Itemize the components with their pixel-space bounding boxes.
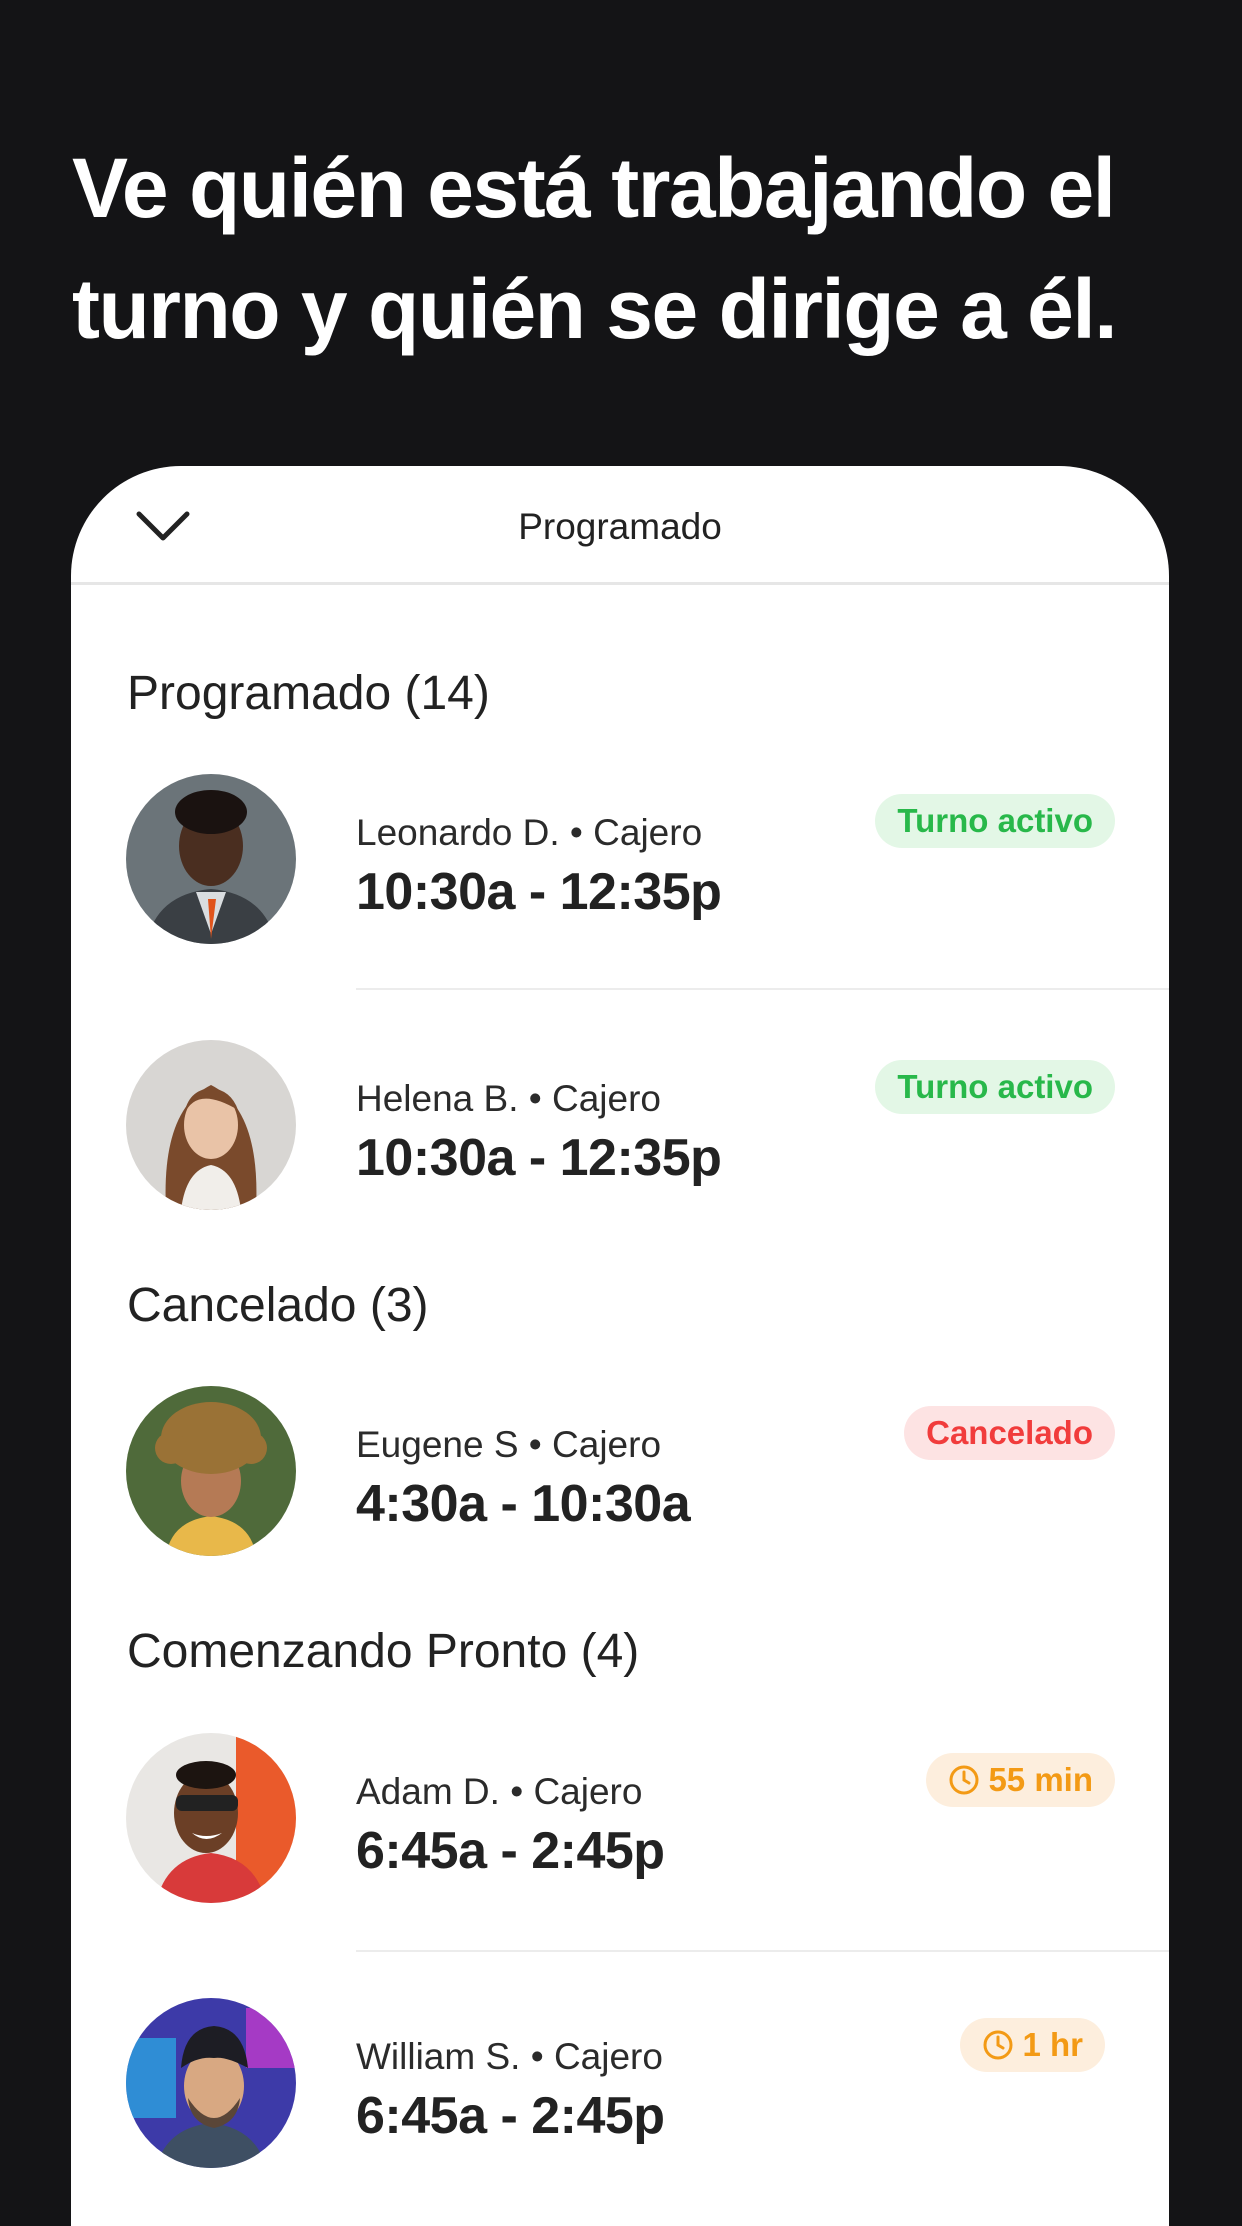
shift-time: 4:30a - 10:30a [356,1475,691,1533]
avatar [126,1386,296,1556]
status-badge: Turno activo [875,1060,1115,1114]
shift-row[interactable]: Leonardo D. • Cajero 10:30a - 12:35p Tur… [71,774,1169,974]
shift-meta: Eugene S • Cajero [356,1424,662,1465]
clock-icon [983,2030,1013,2060]
time-until-badge: 55 min [926,1753,1115,1807]
status-badge: Turno activo [875,794,1115,848]
status-badge: Cancelado [904,1406,1115,1460]
section-title-programado: Programado (14) [127,667,490,720]
time-until-label: 55 min [988,1761,1093,1798]
shift-time: 10:30a - 12:35p [356,863,722,921]
shift-row[interactable]: William S. • Cajero 6:45a - 2:45p 1 hr [71,1998,1169,2198]
card-title: Programado [518,506,722,547]
headline-line-2: turno y quién se dirige a él. [72,262,1118,356]
card-header: Programado [71,466,1169,585]
shift-meta: Helena B. • Cajero [356,1078,661,1119]
clock-icon [949,1765,979,1795]
shift-meta: William S. • Cajero [356,2036,663,2077]
shift-meta: Adam D. • Cajero [356,1771,643,1812]
avatar [126,1998,296,2168]
avatar [126,774,296,944]
shift-meta: Leonardo D. • Cajero [356,812,703,853]
headline-line-1: Ve quién está trabajando el [72,141,1116,235]
divider [356,1950,1169,1952]
section-title-cancelado: Cancelado (3) [127,1279,429,1332]
section-title-comenzando-pronto: Comenzando Pronto (4) [127,1625,640,1678]
avatar [126,1040,296,1210]
avatar [126,1733,296,1903]
shift-row[interactable]: Adam D. • Cajero 6:45a - 2:45p 55 min [71,1733,1169,1933]
shift-row[interactable]: Eugene S • Cajero 4:30a - 10:30a Cancela… [71,1386,1169,1586]
shift-time: 6:45a - 2:45p [356,1822,665,1880]
shift-row[interactable]: Helena B. • Cajero 10:30a - 12:35p Turno… [71,1040,1169,1240]
shift-time: 6:45a - 2:45p [356,2087,665,2145]
schedule-card: Programado Programado (14) Leonardo D. •… [71,466,1169,2226]
time-until-badge: 1 hr [960,2018,1105,2072]
time-until-label: 1 hr [1022,2026,1083,2063]
shift-time: 10:30a - 12:35p [356,1129,722,1187]
headline: Ve quién está trabajando el turno y quié… [72,128,1182,370]
divider [356,988,1169,990]
